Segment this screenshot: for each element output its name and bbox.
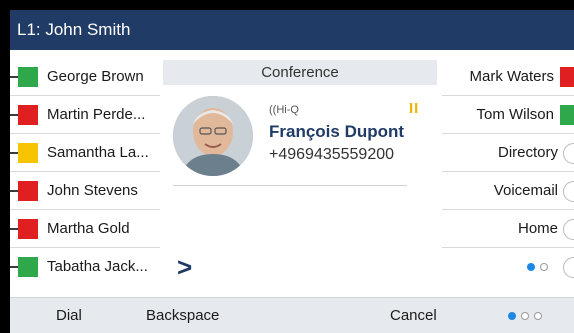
call-panel: Conference ((Hi-Q II François Dupont +49…: [163, 60, 437, 295]
home-label: Home: [517, 220, 558, 237]
presence-indicator: [18, 181, 38, 201]
contact-avatar: [173, 96, 253, 176]
right-line-keys: Mark Waters Tom Wilson Directory Voicema…: [442, 58, 574, 286]
line-key-label: Tabatha Jack...: [47, 258, 148, 275]
line-key-4[interactable]: John Stevens: [10, 172, 160, 210]
page-dot: [521, 312, 529, 320]
line-key-label: Martha Gold: [47, 220, 130, 237]
line-key-2[interactable]: Martin Perde...: [10, 96, 160, 134]
key-circle-icon: [563, 219, 574, 240]
page-dot: [534, 312, 542, 320]
presence-indicator: [18, 143, 38, 163]
avatar-photo: [173, 96, 253, 176]
cancel-softkey[interactable]: Cancel: [390, 298, 437, 333]
presence-indicator: [18, 219, 38, 239]
key-connector: [10, 114, 18, 116]
key-circle-icon: [563, 143, 574, 164]
page-dot-active: [527, 263, 535, 271]
key-connector: [10, 228, 18, 230]
key-connector: [10, 190, 18, 192]
key-circle-icon: [563, 181, 574, 202]
line-key-label: George Brown: [47, 68, 144, 85]
page-key[interactable]: [442, 248, 574, 286]
line-key-tom-wilson[interactable]: Tom Wilson: [442, 96, 574, 134]
presence-indicator: [18, 67, 38, 87]
page-dot-active: [508, 312, 516, 320]
line-title: L1: John Smith: [17, 20, 131, 39]
presence-indicator: [18, 257, 38, 277]
line-key-5[interactable]: Martha Gold: [10, 210, 160, 248]
line-title-bar: L1: John Smith: [10, 10, 574, 50]
caller-number: +4969435559200: [269, 146, 395, 163]
directory-label: Directory: [497, 144, 558, 161]
pause-icon: II: [409, 100, 420, 117]
line-key-3[interactable]: Samantha La...: [10, 134, 160, 172]
key-circle-icon: [563, 257, 574, 278]
line-key-6[interactable]: Tabatha Jack...: [10, 248, 160, 286]
key-page-indicator: [527, 263, 548, 271]
line-key-label: Samantha La...: [47, 144, 149, 161]
presence-indicator: [560, 105, 574, 125]
hiq-label: Hi-Q: [276, 104, 299, 116]
more-arrow-icon[interactable]: >: [177, 252, 192, 283]
key-connector: [10, 266, 18, 268]
line-key-label: Mark Waters: [469, 68, 554, 85]
line-key-label: Tom Wilson: [476, 106, 554, 123]
hiq-icon: ((Hi-Q: [269, 104, 299, 116]
left-line-keys: George Brown Martin Perde... Samantha La…: [10, 58, 160, 286]
home-key[interactable]: Home: [442, 210, 574, 248]
dial-softkey[interactable]: Dial: [56, 298, 82, 333]
voicemail-label: Voicemail: [493, 182, 558, 199]
backspace-softkey[interactable]: Backspace: [146, 298, 219, 333]
softkey-bar: Dial Backspace Cancel: [10, 297, 574, 333]
presence-indicator: [18, 105, 38, 125]
line-key-1[interactable]: George Brown: [10, 58, 160, 96]
caller-name: François Dupont: [269, 122, 405, 141]
phone-screen: L1: John Smith George Brown Martin Perde…: [10, 10, 574, 333]
page-dot: [540, 263, 548, 271]
call-header: Conference: [163, 60, 437, 85]
key-connector: [10, 152, 18, 154]
directory-key[interactable]: Directory: [442, 134, 574, 172]
line-key-label: John Stevens: [47, 182, 138, 199]
line-key-label: Martin Perde...: [47, 106, 146, 123]
voicemail-key[interactable]: Voicemail: [442, 172, 574, 210]
softkey-page-indicator[interactable]: [508, 312, 542, 320]
line-key-mark-waters[interactable]: Mark Waters: [442, 58, 574, 96]
key-connector: [10, 76, 18, 78]
divider: [173, 185, 407, 186]
presence-indicator: [560, 67, 574, 87]
